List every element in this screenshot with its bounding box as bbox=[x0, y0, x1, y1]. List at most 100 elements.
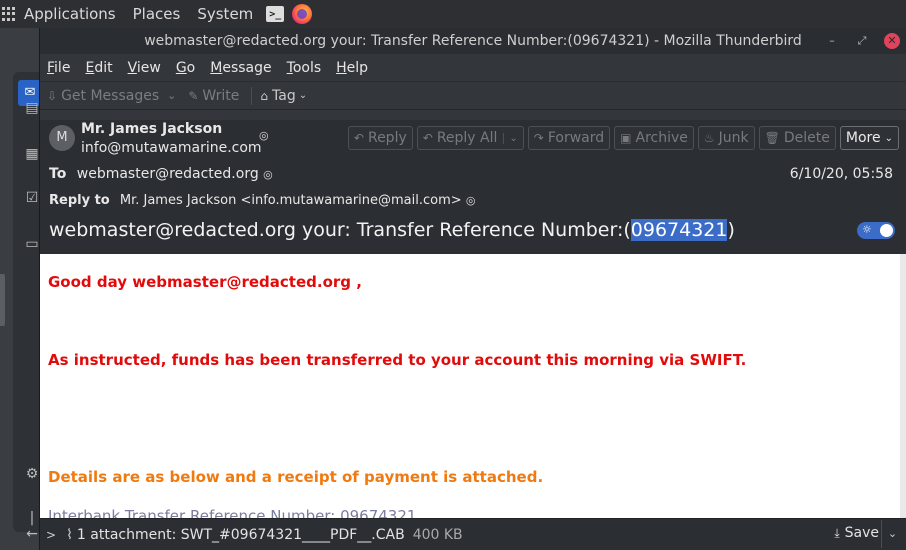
body-greeting: Good day webmaster@redacted.org , bbox=[48, 273, 362, 291]
close-icon[interactable]: ✕ bbox=[884, 33, 900, 49]
reply-all-label: Reply All bbox=[436, 130, 498, 146]
download-icon: ⇩ bbox=[47, 88, 58, 103]
more-button[interactable]: More ⌄ bbox=[839, 126, 899, 150]
attachment-summary[interactable]: 1 attachment: SWT_#09674321____PDF__.CAB bbox=[77, 527, 405, 543]
address-book-icon[interactable]: ▤ bbox=[24, 100, 40, 116]
apps-grid-icon[interactable] bbox=[2, 7, 16, 21]
download-icon: ⤓ bbox=[834, 525, 840, 540]
toolbar-separator bbox=[251, 86, 253, 105]
menu-edit[interactable]: Edit bbox=[85, 60, 112, 76]
junk-icon: ♨ bbox=[703, 131, 715, 145]
thunderbird-window: webmaster@redacted.org your: Transfer Re… bbox=[39, 28, 906, 550]
message-body: Good day webmaster@redacted.org , As ins… bbox=[40, 254, 901, 518]
body-scrollbar[interactable] bbox=[900, 254, 906, 518]
terminal-icon[interactable]: >_ bbox=[266, 6, 285, 22]
collapse-sidebar-icon[interactable]: |← bbox=[24, 510, 40, 542]
reply-button[interactable]: ↶ Reply bbox=[347, 126, 413, 150]
message-header: M Mr. James Jackson info@mutawamarine.co… bbox=[40, 120, 906, 254]
attachment-size: 400 KB bbox=[412, 526, 463, 543]
chat-icon[interactable]: ▭ bbox=[24, 236, 40, 252]
contact-icon[interactable]: ◎ bbox=[466, 194, 476, 207]
system-menu[interactable]: System bbox=[197, 5, 253, 23]
to-address[interactable]: webmaster@redacted.org bbox=[77, 166, 259, 182]
junk-label: Junk bbox=[718, 130, 749, 146]
message-actions: ↶ Reply ↶ Reply All ⌄ ↷ Forward ▣ Archiv… bbox=[344, 126, 899, 150]
sender-name[interactable]: Mr. James Jackson bbox=[81, 121, 222, 137]
message-date: 6/10/20, 05:58 bbox=[789, 166, 893, 182]
background-window: ✉ ▤ ▦ ☑ ▭ ⚙ |← bbox=[0, 28, 43, 550]
subject-suffix: ) bbox=[727, 219, 735, 241]
get-messages-button[interactable]: ⇩ Get Messages bbox=[47, 88, 159, 104]
reply-all-button[interactable]: ↶ Reply All ⌄ bbox=[416, 126, 524, 150]
attachment-bar[interactable]: > ⌇ 1 attachment: SWT_#09674321____PDF__… bbox=[40, 518, 906, 550]
menu-file[interactable]: File bbox=[47, 60, 70, 76]
calendar-icon[interactable]: ▦ bbox=[24, 146, 40, 162]
body-line-1: As instructed, funds has been transferre… bbox=[48, 351, 747, 369]
forward-icon: ↷ bbox=[533, 131, 544, 145]
chevron-down-icon: ⌄ bbox=[298, 90, 308, 101]
junk-button[interactable]: ♨ Junk bbox=[697, 126, 755, 150]
avatar: M bbox=[49, 125, 75, 151]
to-label: To bbox=[49, 166, 67, 182]
body-line-2: Details are as below and a receipt of pa… bbox=[48, 468, 544, 486]
tag-button[interactable]: ⌂ Tag ⌄ bbox=[260, 88, 307, 104]
paperclip-icon: ⌇ bbox=[66, 526, 73, 543]
pencil-icon: ✎ bbox=[188, 88, 199, 103]
subject-selection[interactable]: 09674321 bbox=[630, 219, 728, 241]
reply-all-dropdown-icon[interactable]: ⌄ bbox=[503, 132, 518, 144]
chevron-right-icon[interactable]: > bbox=[46, 528, 56, 542]
forward-button[interactable]: ↷ Forward bbox=[527, 126, 611, 150]
toggle-knob bbox=[880, 224, 893, 237]
tag-label: Tag bbox=[272, 87, 296, 104]
subject-text: webmaster@redacted.org your: Transfer Re… bbox=[49, 219, 631, 241]
window-edge-handle bbox=[0, 274, 5, 326]
reply-to-label: Reply to bbox=[49, 193, 110, 208]
restore-icon[interactable]: ⤢ bbox=[854, 33, 870, 49]
message-subject: webmaster@redacted.org your: Transfer Re… bbox=[49, 219, 735, 241]
save-dropdown-icon[interactable]: ⌄ bbox=[881, 520, 903, 548]
main-toolbar: ⇩ Get Messages ⌄ ✎ Write ⌂ Tag ⌄ bbox=[40, 82, 906, 110]
write-button[interactable]: ✎ Write bbox=[188, 88, 239, 104]
tag-icon: ⌂ bbox=[260, 88, 268, 103]
more-label: More bbox=[845, 130, 881, 146]
menu-message[interactable]: Message bbox=[210, 60, 271, 76]
reply-label: Reply bbox=[367, 130, 407, 146]
body-line-3: Interbank Transfer Reference Number: 096… bbox=[48, 507, 417, 518]
top-panel: Applications Places System >_ bbox=[0, 0, 906, 28]
sun-icon: ☼ bbox=[862, 223, 872, 236]
tasks-icon[interactable]: ☑ bbox=[24, 190, 40, 206]
reply-all-icon: ↶ bbox=[422, 131, 433, 145]
menu-go[interactable]: Go bbox=[176, 60, 195, 76]
reply-icon: ↶ bbox=[353, 131, 364, 145]
archive-icon: ▣ bbox=[620, 131, 632, 145]
to-row: To webmaster@redacted.org ◎ bbox=[49, 166, 273, 182]
archive-button[interactable]: ▣ Archive bbox=[614, 126, 694, 150]
reply-to-address[interactable]: Mr. James Jackson <info.mutawamarine@mai… bbox=[120, 193, 462, 208]
archive-label: Archive bbox=[635, 130, 688, 146]
applications-menu[interactable]: Applications bbox=[24, 5, 116, 23]
add-contact-icon[interactable]: ◎ bbox=[259, 129, 269, 142]
window-title: webmaster@redacted.org your: Transfer Re… bbox=[144, 33, 802, 49]
window-titlebar[interactable]: webmaster@redacted.org your: Transfer Re… bbox=[40, 28, 906, 54]
menu-view[interactable]: View bbox=[128, 60, 161, 76]
minimize-icon[interactable]: – bbox=[824, 33, 840, 49]
delete-button[interactable]: 🗑 Delete bbox=[758, 126, 836, 150]
get-messages-dropdown[interactable]: ⌄ bbox=[167, 89, 176, 102]
reply-to-row: Reply to Mr. James Jackson <info.mutawam… bbox=[49, 193, 475, 208]
save-button[interactable]: ⤓ Save bbox=[834, 525, 879, 541]
delete-label: Delete bbox=[783, 130, 830, 146]
menu-tools[interactable]: Tools bbox=[287, 60, 322, 76]
menubar: File Edit View Go Message Tools Help bbox=[40, 54, 906, 82]
trash-icon: 🗑 bbox=[764, 131, 780, 145]
firefox-icon[interactable] bbox=[292, 4, 313, 24]
forward-label: Forward bbox=[547, 130, 605, 146]
write-label: Write bbox=[202, 87, 240, 104]
menu-help[interactable]: Help bbox=[336, 60, 368, 76]
places-menu[interactable]: Places bbox=[133, 5, 181, 23]
sender-email[interactable]: info@mutawamarine.com bbox=[81, 140, 262, 156]
contact-icon[interactable]: ◎ bbox=[263, 168, 273, 181]
remote-content-toggle[interactable]: ☼ bbox=[857, 222, 895, 239]
settings-gear-icon[interactable]: ⚙ bbox=[24, 466, 40, 482]
chevron-down-icon: ⌄ bbox=[884, 132, 893, 144]
save-label: Save bbox=[844, 525, 879, 541]
